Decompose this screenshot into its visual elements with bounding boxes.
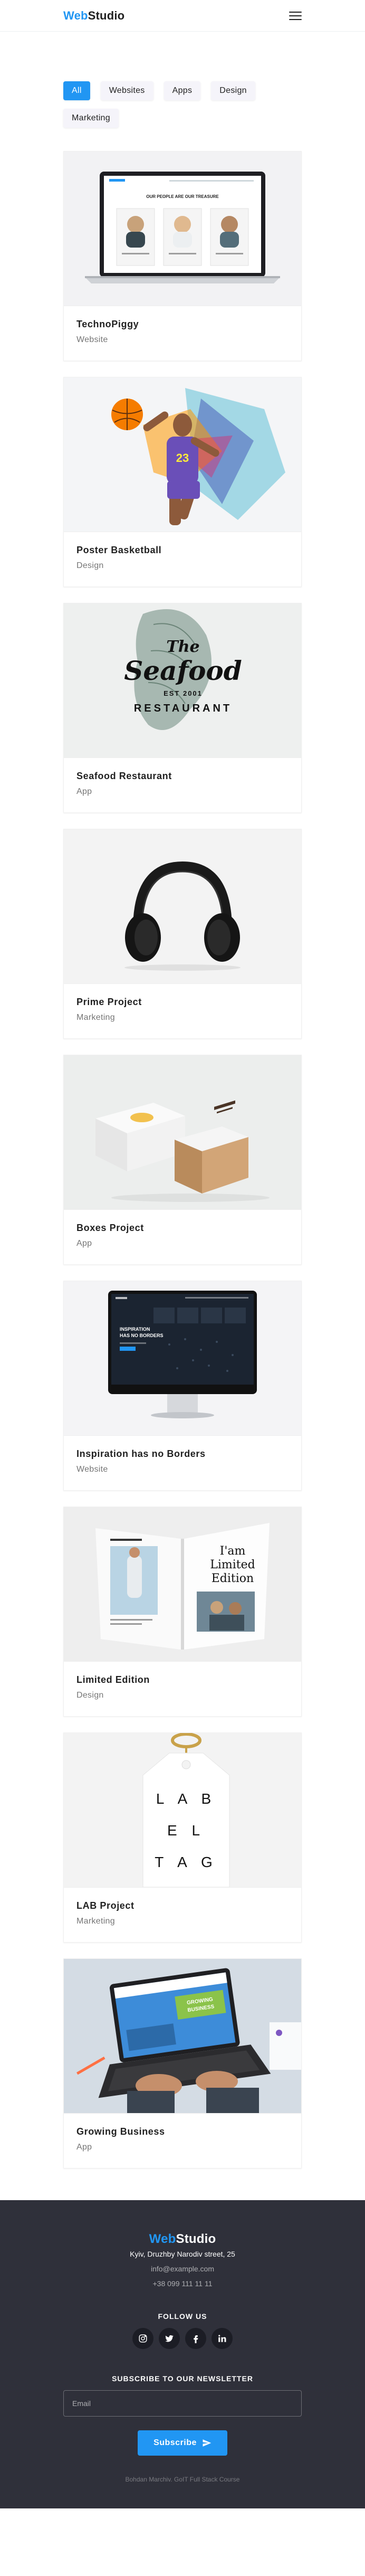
poster-basketball-image: 23 (64, 377, 301, 532)
portfolio-list: OUR PEOPLE ARE OUR TREASURE TechnoPiggy … (63, 151, 302, 2168)
filter-bar: All Websites Apps Design Marketing (63, 81, 302, 128)
card-body: Limited Edition Design (64, 1661, 301, 1716)
monitor-headline-1: INSPIRATION (120, 1327, 150, 1332)
prime-project-image (64, 829, 301, 983)
portfolio-card[interactable]: Boxes Project App (63, 1055, 302, 1265)
card-category: Design (76, 561, 104, 570)
card-category: Website (76, 335, 108, 344)
limited-edition-image: I'am Limited Edition (64, 1507, 301, 1661)
portfolio-card[interactable]: GROWING BUSINESS Growing Business App (63, 1958, 302, 2168)
lab-project-image: L A B E L T A G (64, 1733, 301, 1887)
tag-line-3: T A G (155, 1854, 218, 1870)
card-body: TechnoPiggy Website (64, 306, 301, 361)
portfolio-card[interactable]: L A B E L T A G LAB Project Marketing (63, 1732, 302, 1943)
laptop-headline: OUR PEOPLE ARE OUR TREASURE (146, 194, 219, 199)
card-title: Inspiration has no Borders (76, 1448, 206, 1459)
card-category: Design (76, 1691, 104, 1700)
filter-design-button[interactable]: Design (211, 81, 255, 100)
card-title: Prime Project (76, 997, 142, 1007)
instagram-icon[interactable] (132, 2328, 153, 2349)
burger-line (289, 18, 302, 20)
boxes-project-image (64, 1055, 301, 1209)
card-body: Seafood Restaurant App (64, 757, 301, 812)
seafood-restaurant-image: The Seafood EST 2001 RESTAURANT (64, 603, 301, 757)
linkedin-icon[interactable] (212, 2328, 233, 2349)
logo-link[interactable]: WebStudio (63, 9, 124, 23)
logo-accent: Web (149, 2232, 176, 2246)
site-footer: WebStudio Kyiv, Druzhby Narodiv street, … (0, 2200, 365, 2508)
card-category: Marketing (76, 1013, 115, 1022)
subscribe-label: Subscribe (153, 2438, 197, 2447)
book-line-2: Limited (210, 1558, 255, 1571)
card-category: Website (76, 1465, 108, 1474)
portfolio-card[interactable]: INSPIRATION HAS NO BORDERS Inspiration h… (63, 1281, 302, 1491)
card-body: Prime Project Marketing (64, 983, 301, 1038)
logo-accent: Web (63, 8, 88, 22)
filter-apps-button[interactable]: Apps (164, 81, 201, 100)
seafood-est: EST 2001 (164, 689, 203, 697)
twitter-icon[interactable] (159, 2328, 180, 2349)
portfolio-card[interactable]: I'am Limited Edition Limited Edition Des… (63, 1507, 302, 1717)
book-line-1: I'am (220, 1545, 246, 1558)
tag-line-2: E L (167, 1822, 205, 1839)
monitor-headline-2: HAS NO BORDERS (120, 1333, 164, 1338)
portfolio-card[interactable]: OUR PEOPLE ARE OUR TREASURE TechnoPiggy … (63, 151, 302, 361)
newsletter-heading: Subscribe to our newsletter (112, 2374, 253, 2383)
card-body: Growing Business App (64, 2113, 301, 2168)
card-body: Poster Basketball Design (64, 532, 301, 586)
card-category: App (76, 2143, 92, 2152)
card-title: Limited Edition (76, 1674, 150, 1685)
book-line-3: Edition (212, 1572, 254, 1585)
growing-business-image: GROWING BUSINESS (64, 1959, 301, 2113)
card-title: Seafood Restaurant (76, 771, 172, 781)
portfolio-card[interactable]: Prime Project Marketing (63, 829, 302, 1039)
seafood-main: Seafood (124, 655, 242, 686)
portfolio-section: All Websites Apps Design Marketing OUR P… (0, 32, 365, 2200)
tag-line-1: L A B (156, 1791, 216, 1807)
burger-line (289, 11, 302, 13)
logo-rest: Studio (88, 8, 125, 22)
svg-text:23: 23 (176, 451, 189, 465)
card-category: App (76, 787, 92, 796)
send-icon (203, 2439, 212, 2447)
portfolio-card[interactable]: The Seafood EST 2001 RESTAURANT Seafood … (63, 603, 302, 813)
site-header: WebStudio (0, 0, 365, 32)
card-body: Boxes Project App (64, 1209, 301, 1264)
copyright-text: Bohdan Marchiv. GoIT Full Stack Course (125, 2476, 240, 2483)
filter-all-button[interactable]: All (63, 81, 90, 100)
footer-address: Kyiv, Druzhby Narodiv street, 25 (130, 2250, 235, 2258)
newsletter-email-input[interactable] (63, 2390, 302, 2417)
logo-rest: Studio (176, 2232, 216, 2246)
card-title: LAB Project (76, 1900, 135, 1911)
seafood-sub: RESTAURANT (134, 703, 232, 714)
card-title: Growing Business (76, 2126, 165, 2137)
filter-websites-button[interactable]: Websites (100, 81, 153, 100)
inspiration-image: INSPIRATION HAS NO BORDERS (64, 1281, 301, 1435)
card-category: Marketing (76, 1917, 115, 1926)
subscribe-button[interactable]: Subscribe (138, 2430, 227, 2456)
filter-marketing-button[interactable]: Marketing (63, 109, 119, 128)
card-title: Boxes Project (76, 1223, 144, 1233)
hamburger-menu-icon[interactable] (289, 11, 302, 21)
card-category: App (76, 1239, 92, 1248)
social-links (63, 2328, 302, 2349)
follow-heading: Follow us (158, 2312, 207, 2321)
card-body: Inspiration has no Borders Website (64, 1435, 301, 1490)
seafood-the: The (166, 638, 199, 656)
card-body: LAB Project Marketing (64, 1887, 301, 1942)
card-title: TechnoPiggy (76, 319, 139, 329)
footer-email-link[interactable]: info@example.com (63, 2261, 302, 2276)
portfolio-card[interactable]: 23 Poster Basketball Design (63, 377, 302, 587)
burger-line (289, 15, 302, 16)
facebook-icon[interactable] (185, 2328, 206, 2349)
technopiggy-image: OUR PEOPLE ARE OUR TREASURE (64, 151, 301, 306)
footer-phone-link[interactable]: +38 099 111 11 11 (63, 2276, 302, 2291)
card-title: Poster Basketball (76, 545, 162, 555)
footer-logo-link[interactable]: WebStudio (149, 2232, 216, 2246)
